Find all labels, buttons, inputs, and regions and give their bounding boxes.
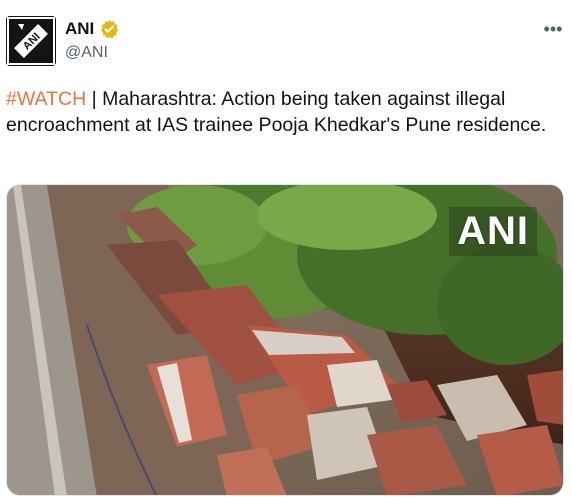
more-options-button[interactable]: ••• bbox=[540, 20, 566, 42]
tweet-media[interactable]: ANI bbox=[6, 184, 564, 496]
author-name-row[interactable]: ANI bbox=[65, 19, 119, 39]
text-separator: | bbox=[86, 88, 103, 110]
tweet-header: ANI ANI @ANI ••• bbox=[0, 0, 572, 80]
author-name[interactable]: ANI bbox=[65, 19, 94, 39]
author-avatar[interactable]: ANI bbox=[6, 16, 56, 66]
ani-logo-icon: ANI bbox=[6, 16, 56, 66]
author-handle[interactable]: @ANI bbox=[65, 44, 108, 62]
hashtag-link[interactable]: #WATCH bbox=[6, 88, 86, 110]
more-dots-icon: ••• bbox=[543, 19, 563, 39]
media-watermark: ANI bbox=[449, 207, 537, 256]
tweet-text: #WATCH | Maharashtra: Action being taken… bbox=[6, 86, 562, 138]
verified-badge-icon[interactable] bbox=[99, 19, 119, 39]
